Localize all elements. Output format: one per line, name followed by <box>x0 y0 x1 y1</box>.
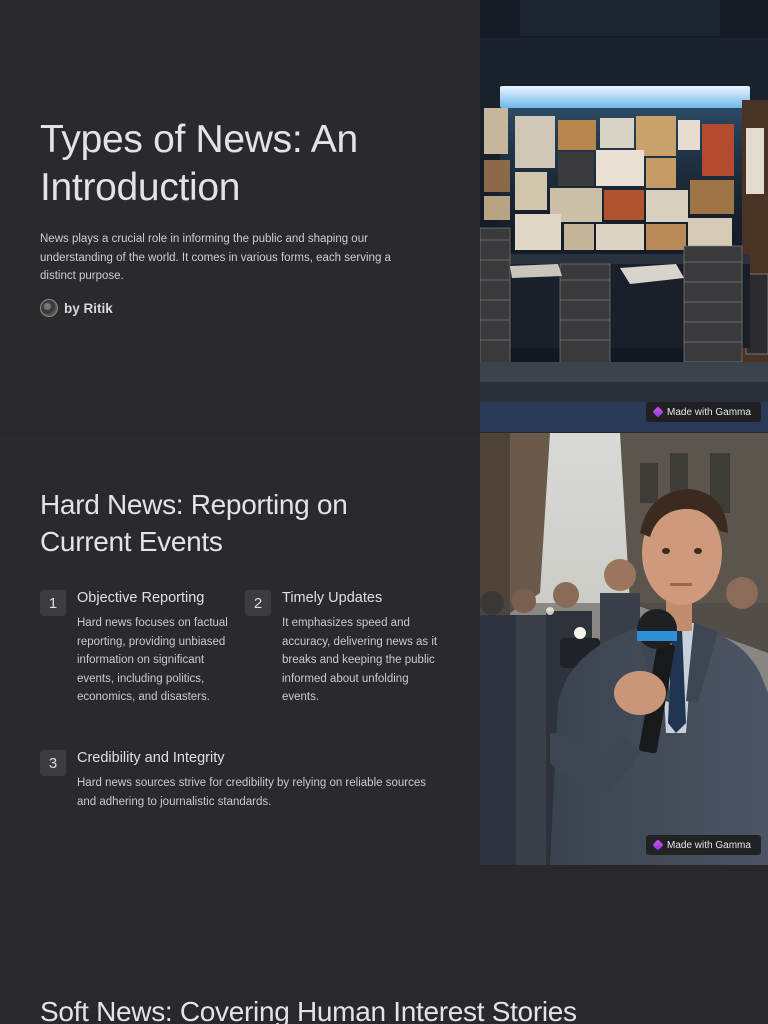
slide-title: Hard News: Reporting on Current Events <box>40 486 460 560</box>
slide-title-line-1: Types of News: An <box>40 118 358 161</box>
feature-number-badge: 3 <box>40 750 66 776</box>
intro-paragraph: News plays a crucial role in informing t… <box>40 233 391 282</box>
feature-description: It emphasizes speed and accuracy, delive… <box>282 617 438 703</box>
slide-title-line-1: Hard News: Reporting on <box>40 489 348 520</box>
reporter-illustration <box>480 433 768 865</box>
slide-soft-news: Soft News: Covering Human Interest Stori… <box>0 866 768 1024</box>
feature-title: Timely Updates <box>282 590 383 606</box>
gamma-logo-icon <box>652 839 664 851</box>
slide-title-line-2: Introduction <box>40 166 241 209</box>
feature-description: Hard news sources strive for credibility… <box>77 777 426 808</box>
reporter-image: Made with Gamma <box>480 433 768 865</box>
feature-credibility-integrity: 3 Credibility and Integrity Hard news so… <box>40 750 450 820</box>
feature-number-badge: 1 <box>40 590 66 616</box>
author-name: by Ritik <box>64 300 113 316</box>
slide-types-of-news: Types of News: An Introduction News play… <box>0 0 768 432</box>
feature-description: Hard news focuses on factual reporting, … <box>77 617 228 703</box>
author-avatar <box>40 299 58 317</box>
slide-hard-news: Hard News: Reporting on Current Events 1… <box>0 433 768 865</box>
newsstand-image: Made with Gamma <box>480 0 768 432</box>
feature-number-badge: 2 <box>245 590 271 616</box>
slide-title: Types of News: An Introduction <box>40 116 460 212</box>
made-with-gamma-badge[interactable]: Made with Gamma <box>646 402 761 422</box>
feature-timely-updates: 2 Timely Updates It emphasizes speed and… <box>245 590 445 710</box>
made-with-gamma-label: Made with Gamma <box>667 839 751 851</box>
newsstand-illustration <box>480 0 768 432</box>
made-with-gamma-badge[interactable]: Made with Gamma <box>646 835 761 855</box>
slide-title: Soft News: Covering Human Interest Stori… <box>40 996 577 1024</box>
gamma-logo-icon <box>652 406 664 418</box>
feature-objective-reporting: 1 Objective Reporting Hard news focuses … <box>40 590 235 730</box>
slide-title-line-2: Current Events <box>40 526 223 557</box>
feature-title: Credibility and Integrity <box>77 750 225 766</box>
made-with-gamma-label: Made with Gamma <box>667 406 751 418</box>
author-byline: by Ritik <box>40 299 113 317</box>
feature-title: Objective Reporting <box>77 590 205 606</box>
